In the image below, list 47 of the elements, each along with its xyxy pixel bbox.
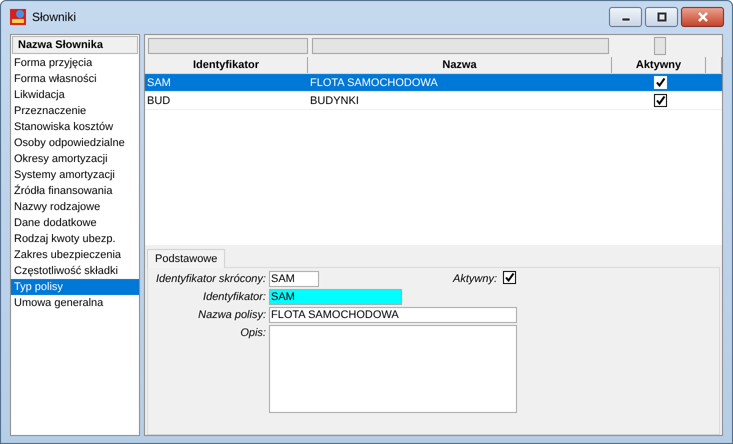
close-icon [696, 12, 708, 22]
field-label: Identyfikator skrócony: [154, 272, 267, 287]
close-button[interactable] [681, 7, 724, 27]
column-header[interactable]: Nazwa [308, 57, 612, 73]
table-row[interactable]: BUD BUDYNKI [145, 92, 722, 110]
field-label: Nazwa polisy: [197, 308, 267, 323]
column-header[interactable]: Aktywny [612, 57, 706, 73]
list-item[interactable]: Umowa generalna [11, 295, 139, 311]
table-cell-text: FLOTA SAMOCHODOWA [309, 76, 439, 88]
table-cell-text: SAM [146, 76, 172, 88]
list-item[interactable]: Źródła finansowania [11, 183, 139, 199]
list-item[interactable]: Osoby odpowiedzialne [11, 135, 139, 151]
list-item[interactable]: Systemy amortyzacji [11, 167, 139, 183]
maximize-button[interactable] [645, 7, 678, 27]
column-header: Nazwa Słownika [12, 36, 138, 54]
list-item[interactable]: Stanowiska kosztów [11, 119, 139, 135]
window-title: Słowniki [32, 10, 78, 24]
filter-field[interactable] [148, 38, 308, 54]
field-label: Identyfikator: [202, 290, 267, 305]
table-cell-text: BUD [146, 94, 172, 106]
checkbox[interactable] [503, 271, 516, 284]
app-icon [10, 8, 26, 24]
filter-field[interactable] [654, 37, 666, 55]
tab[interactable]: Podstawowe [147, 249, 226, 268]
filter-field[interactable] [312, 38, 609, 54]
minimize-button[interactable] [609, 7, 642, 27]
list-item[interactable]: Rodzaj kwoty ubezp. [11, 231, 139, 247]
field-label: Aktywny: [453, 272, 498, 287]
checkbox[interactable] [654, 94, 666, 107]
field-label: Opis: [239, 326, 267, 341]
column-header[interactable]: Identyfikator [145, 57, 308, 73]
list-item[interactable]: Nazwy rodzajowe [11, 199, 139, 215]
list-item[interactable]: Zakres ubezpieczenia [11, 247, 139, 263]
list-item[interactable]: Forma własności [11, 71, 139, 87]
input-field[interactable]: SAM [269, 271, 319, 287]
list-item[interactable]: Forma przyjęcia [11, 55, 139, 71]
list-item[interactable]: Częstotliwość składki [11, 263, 139, 279]
input-field[interactable]: SAM [269, 289, 402, 305]
input-field[interactable]: FLOTA SAMOCHODOWA [269, 307, 517, 323]
maximize-icon [656, 12, 666, 22]
list-item[interactable]: Likwidacja [11, 87, 139, 103]
list-item[interactable]: Przeznaczenie [11, 103, 139, 119]
list-item[interactable]: Okresy amortyzacji [11, 151, 139, 167]
table-cell-text: BUDYNKI [309, 94, 360, 106]
list-item[interactable]: Dane dodatkowe [11, 215, 139, 231]
table-row[interactable]: SAM FLOTA SAMOCHODOWA [145, 74, 722, 92]
list-item[interactable]: Typ polisy [11, 279, 139, 295]
